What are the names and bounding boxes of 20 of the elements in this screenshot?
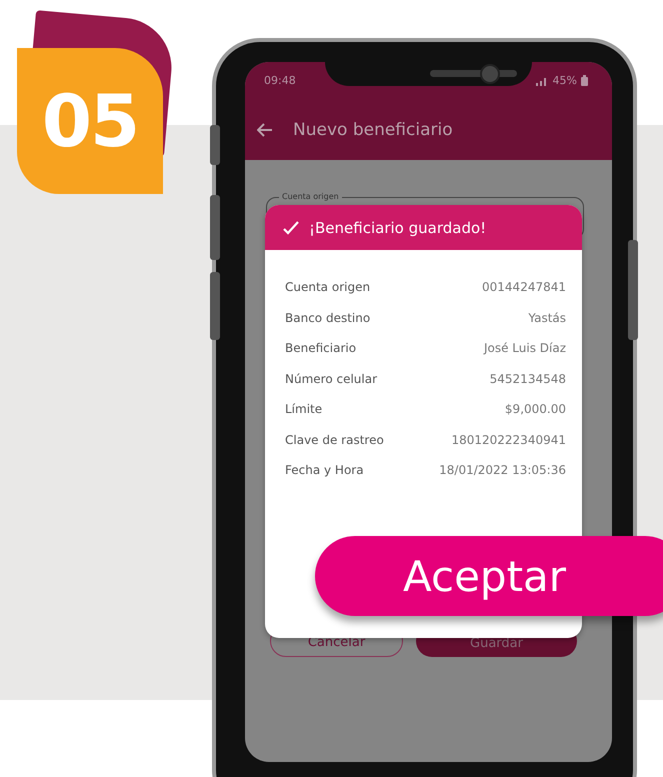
detail-value: $9,000.00: [504, 401, 566, 418]
status-time: 09:48: [264, 74, 296, 87]
battery-level: 45%: [552, 74, 577, 87]
detail-value: José Luis Díaz: [484, 340, 566, 357]
detail-label: Banco destino: [285, 310, 370, 326]
detail-label: Fecha y Hora: [285, 462, 364, 479]
detail-label: Clave de rastreo: [285, 432, 384, 448]
detail-value: 18/01/2022 13:05:36: [439, 462, 566, 479]
detail-label: Número celular: [285, 370, 378, 388]
screen-title: Nuevo beneficiario: [293, 120, 453, 140]
detail-label: Beneficiario: [285, 340, 356, 357]
detail-label: Límite: [285, 401, 322, 418]
detail-value: 00144247841: [482, 279, 566, 296]
detail-value: 5452134548: [490, 370, 566, 388]
detail-label: Cuenta origen: [285, 279, 370, 296]
dialog-title: ¡Beneficiario guardado!: [309, 218, 486, 236]
detail-value: 180120222340941: [451, 432, 566, 448]
field-label: Cuenta origen: [279, 192, 342, 201]
step-badge: 05: [17, 48, 163, 194]
detail-value: Yastás: [528, 310, 566, 326]
